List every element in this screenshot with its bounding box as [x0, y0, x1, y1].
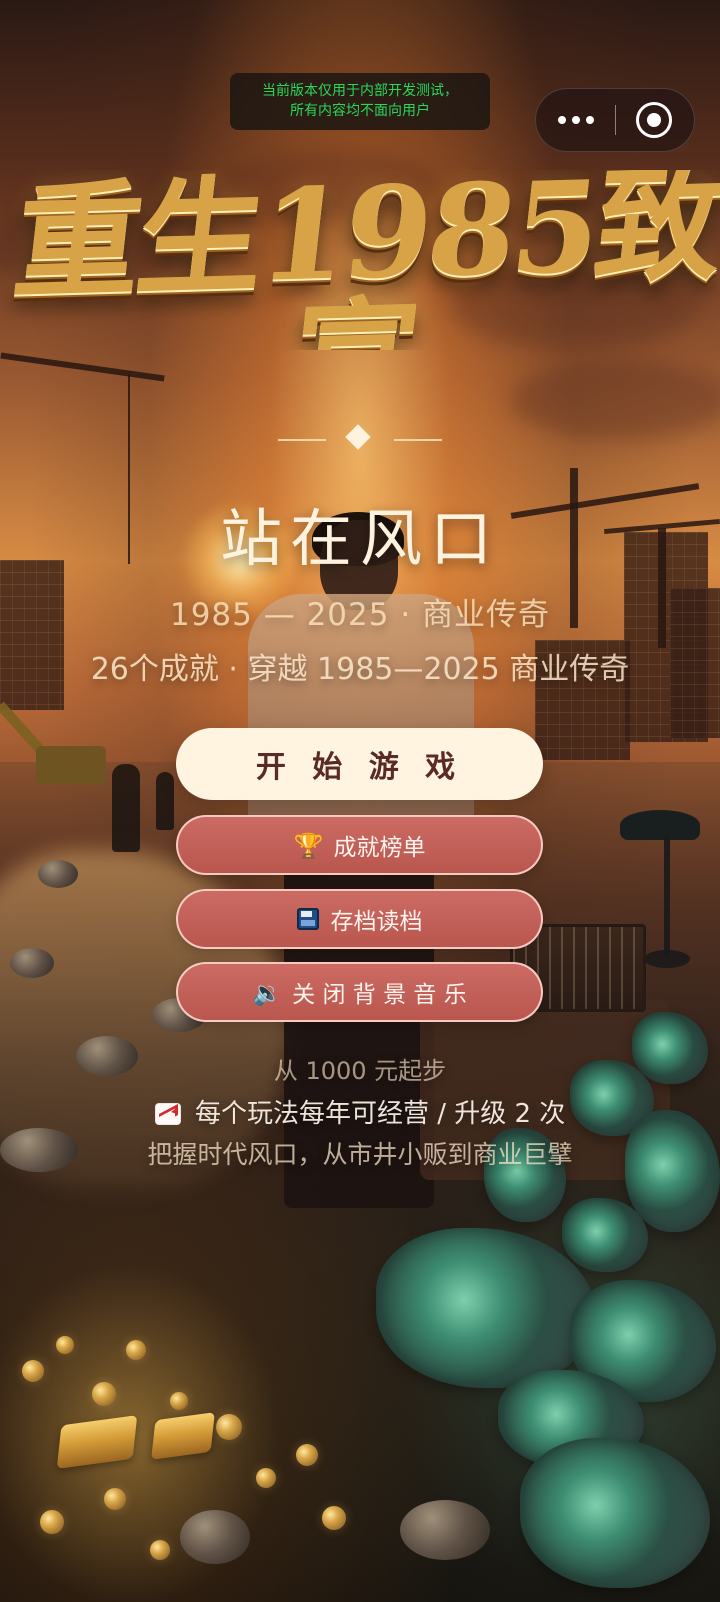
toggle-music-label: 关 闭 背 景 音 乐	[292, 982, 467, 1008]
more-icon[interactable]	[558, 112, 594, 128]
gold-nugget	[216, 1414, 242, 1440]
gold-nugget	[322, 1506, 346, 1530]
worker	[112, 764, 140, 852]
era-opportunity-text: 把握时代风口，从市井小贩到商业巨擘	[147, 1140, 573, 1169]
title-ornament	[272, 424, 448, 451]
capsule-divider	[615, 105, 616, 135]
lamp-shade	[620, 810, 700, 840]
speaker-icon: 🔉	[252, 979, 283, 1007]
starting-cash-text: 从 1000 元起步	[273, 1057, 447, 1085]
gold-nugget	[296, 1444, 318, 1466]
achievements-button[interactable]: 🏆 成就榜单	[176, 815, 543, 875]
chart-up-icon	[154, 1103, 181, 1125]
gold-nugget	[40, 1510, 64, 1534]
ornament-line-left	[278, 439, 326, 441]
target-icon[interactable]	[636, 102, 672, 138]
ornament-line-right	[394, 439, 442, 441]
rock	[400, 1500, 490, 1560]
worker	[156, 772, 174, 830]
cloud	[510, 360, 720, 440]
notice-line-1: 当前版本仅用于内部开发测试，	[262, 83, 458, 99]
tagline-achievements: 26个成就 · 穿越 1985—2025 商业传奇	[90, 652, 630, 687]
annual-operation-text-row: 每个玩法每年可经营 / 升级 2 次	[0, 1097, 720, 1131]
excavator-body	[36, 746, 106, 784]
tagline-years: 1985 — 2025 · 商业传奇	[169, 597, 551, 633]
annual-operation-text: 每个玩法每年可经营 / 升级 2 次	[194, 1099, 566, 1129]
gold-nugget	[170, 1392, 188, 1410]
achievements-label: 成就榜单	[333, 835, 426, 861]
gold-nugget	[256, 1468, 276, 1488]
excavator	[0, 690, 120, 810]
floppy-disk-icon	[296, 908, 319, 930]
lamp-pole	[664, 836, 670, 956]
gold-nugget	[22, 1360, 44, 1382]
crane-arm	[0, 352, 165, 382]
rock	[10, 948, 54, 978]
mini-program-capsule	[535, 88, 695, 152]
diamond-icon	[345, 424, 371, 450]
trophy-icon: 🏆	[293, 832, 324, 860]
gold-nugget	[104, 1488, 126, 1510]
game-title: 重生1985致富	[7, 170, 720, 350]
lamp-base	[644, 950, 690, 968]
gold-nugget	[150, 1540, 170, 1560]
gold-nugget	[126, 1340, 146, 1360]
start-game-button[interactable]: 开 始 游 戏	[176, 728, 543, 800]
gold-nugget	[92, 1382, 116, 1406]
rock	[38, 860, 78, 888]
internal-test-notice: 当前版本仅用于内部开发测试， 所有内容均不面向用户	[230, 73, 490, 130]
toggle-music-button[interactable]: 🔉 关 闭 背 景 音 乐	[176, 962, 543, 1022]
save-load-label: 存档读档	[330, 909, 423, 935]
start-game-label: 开 始 游 戏	[255, 750, 464, 785]
notice-line-2: 所有内容均不面向用户	[290, 103, 430, 119]
page-subtitle: 站在风口	[219, 502, 500, 575]
rock	[180, 1510, 250, 1564]
gold-nugget	[56, 1336, 74, 1354]
save-load-button[interactable]: 存档读档	[176, 889, 543, 949]
game-title-wrap: 重生1985致富	[0, 170, 720, 350]
